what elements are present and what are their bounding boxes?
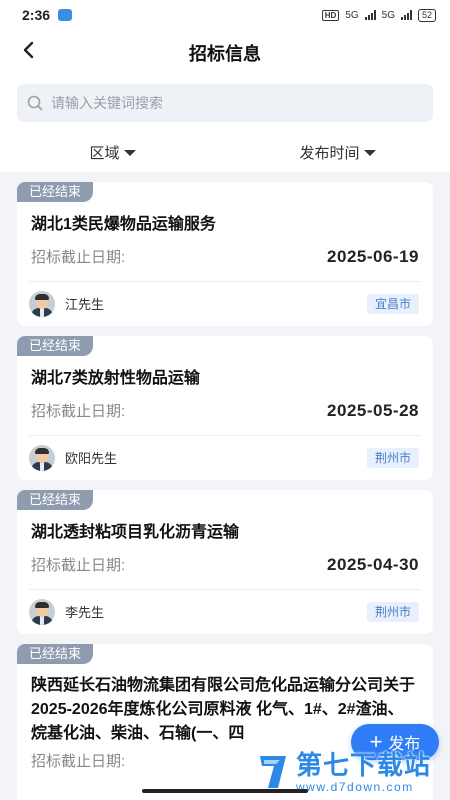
- avatar: [29, 290, 55, 317]
- search-icon: [27, 95, 43, 111]
- status-badge: 已经结束: [17, 336, 94, 356]
- avatar: [29, 444, 55, 471]
- search-box[interactable]: [17, 84, 433, 122]
- deadline-label: 招标截止日期:: [31, 403, 126, 420]
- deadline-value: 2025-05-28: [327, 400, 419, 420]
- filter-publish-time[interactable]: 发布时间: [225, 132, 450, 172]
- status-bar: 2:36 HD 5G 5G 52: [0, 0, 450, 30]
- tender-list: 已经结束 湖北1类民爆物品运输服务 招标截止日期: 2025-06-19 江先生…: [0, 172, 450, 800]
- city-tag: 荆州市: [366, 601, 419, 622]
- publisher-name: 江先生: [65, 297, 105, 312]
- deadline-row: 招标截止日期: 2025-06-19: [17, 236, 433, 267]
- tender-title: 湖北7类放射性物品运输: [31, 370, 200, 387]
- watermark-logo-icon: [260, 756, 286, 788]
- publisher-name: 欧阳先生: [65, 451, 118, 466]
- deadline-label: 招标截止日期:: [31, 753, 126, 770]
- page-title: 招标信息: [189, 44, 261, 64]
- card-footer: 江先生 宜昌市: [17, 282, 433, 325]
- caret-down-icon: [123, 150, 136, 156]
- deadline-value: 2025-04-30: [327, 554, 419, 574]
- nav-bar: 招标信息: [0, 30, 450, 76]
- network-5g-label: 5G: [345, 9, 359, 21]
- search-section: [0, 76, 450, 132]
- battery-icon: 52: [417, 8, 436, 22]
- signal-icon: [364, 10, 376, 20]
- city-tag: 宜昌市: [366, 293, 419, 314]
- status-badge: 已经结束: [17, 644, 94, 664]
- publisher: 欧阳先生: [29, 444, 118, 471]
- app-notification-icon: [58, 9, 73, 21]
- status-badge: 已经结束: [17, 490, 94, 510]
- caret-down-icon: [363, 150, 376, 156]
- tender-card[interactable]: 已经结束 湖北透封粘项目乳化沥青运输 招标截止日期: 2025-04-30 李先…: [17, 490, 433, 634]
- tender-card[interactable]: 已经结束 湖北1类民爆物品运输服务 招标截止日期: 2025-06-19 江先生…: [17, 182, 433, 326]
- card-footer: 李先生 荆州市: [17, 590, 433, 633]
- network-5g-label-2: 5G: [381, 9, 395, 21]
- card-footer: 欧阳先生 荆州市: [17, 436, 433, 479]
- hd-icon: HD: [321, 9, 340, 21]
- publisher: 李先生: [29, 598, 105, 625]
- tender-title: 湖北透封粘项目乳化沥青运输: [31, 524, 240, 541]
- deadline-row: 招标截止日期: 2025-04-30: [17, 544, 433, 575]
- publisher: 江先生: [29, 290, 105, 317]
- deadline-row: 招标截止日期: 2025-05-28: [17, 390, 433, 421]
- filter-region[interactable]: 区域: [0, 132, 225, 172]
- tender-card[interactable]: 已经结束 湖北7类放射性物品运输 招标截止日期: 2025-05-28 欧阳先生…: [17, 336, 433, 480]
- filter-bar: 区域 发布时间: [0, 132, 450, 172]
- city-tag: 荆州市: [366, 447, 419, 468]
- tender-title: 湖北1类民爆物品运输服务: [31, 216, 216, 233]
- signal-icon-2: [400, 10, 412, 20]
- deadline-label: 招标截止日期:: [31, 249, 126, 266]
- deadline-value: 2025-06-19: [327, 246, 419, 266]
- home-indicator[interactable]: [142, 789, 308, 793]
- filter-publish-time-label: 发布时间: [299, 144, 360, 162]
- watermark-name: 第七下载站: [296, 749, 432, 780]
- status-badge: 已经结束: [17, 182, 94, 202]
- chevron-left-icon[interactable]: [22, 40, 36, 65]
- search-input[interactable]: [51, 95, 411, 111]
- avatar: [29, 598, 55, 625]
- publisher-name: 李先生: [65, 605, 105, 620]
- status-time: 2:36: [22, 7, 51, 23]
- watermark-url: www.d7down.com: [296, 779, 414, 794]
- filter-region-label: 区域: [89, 144, 120, 162]
- deadline-label: 招标截止日期:: [31, 557, 126, 574]
